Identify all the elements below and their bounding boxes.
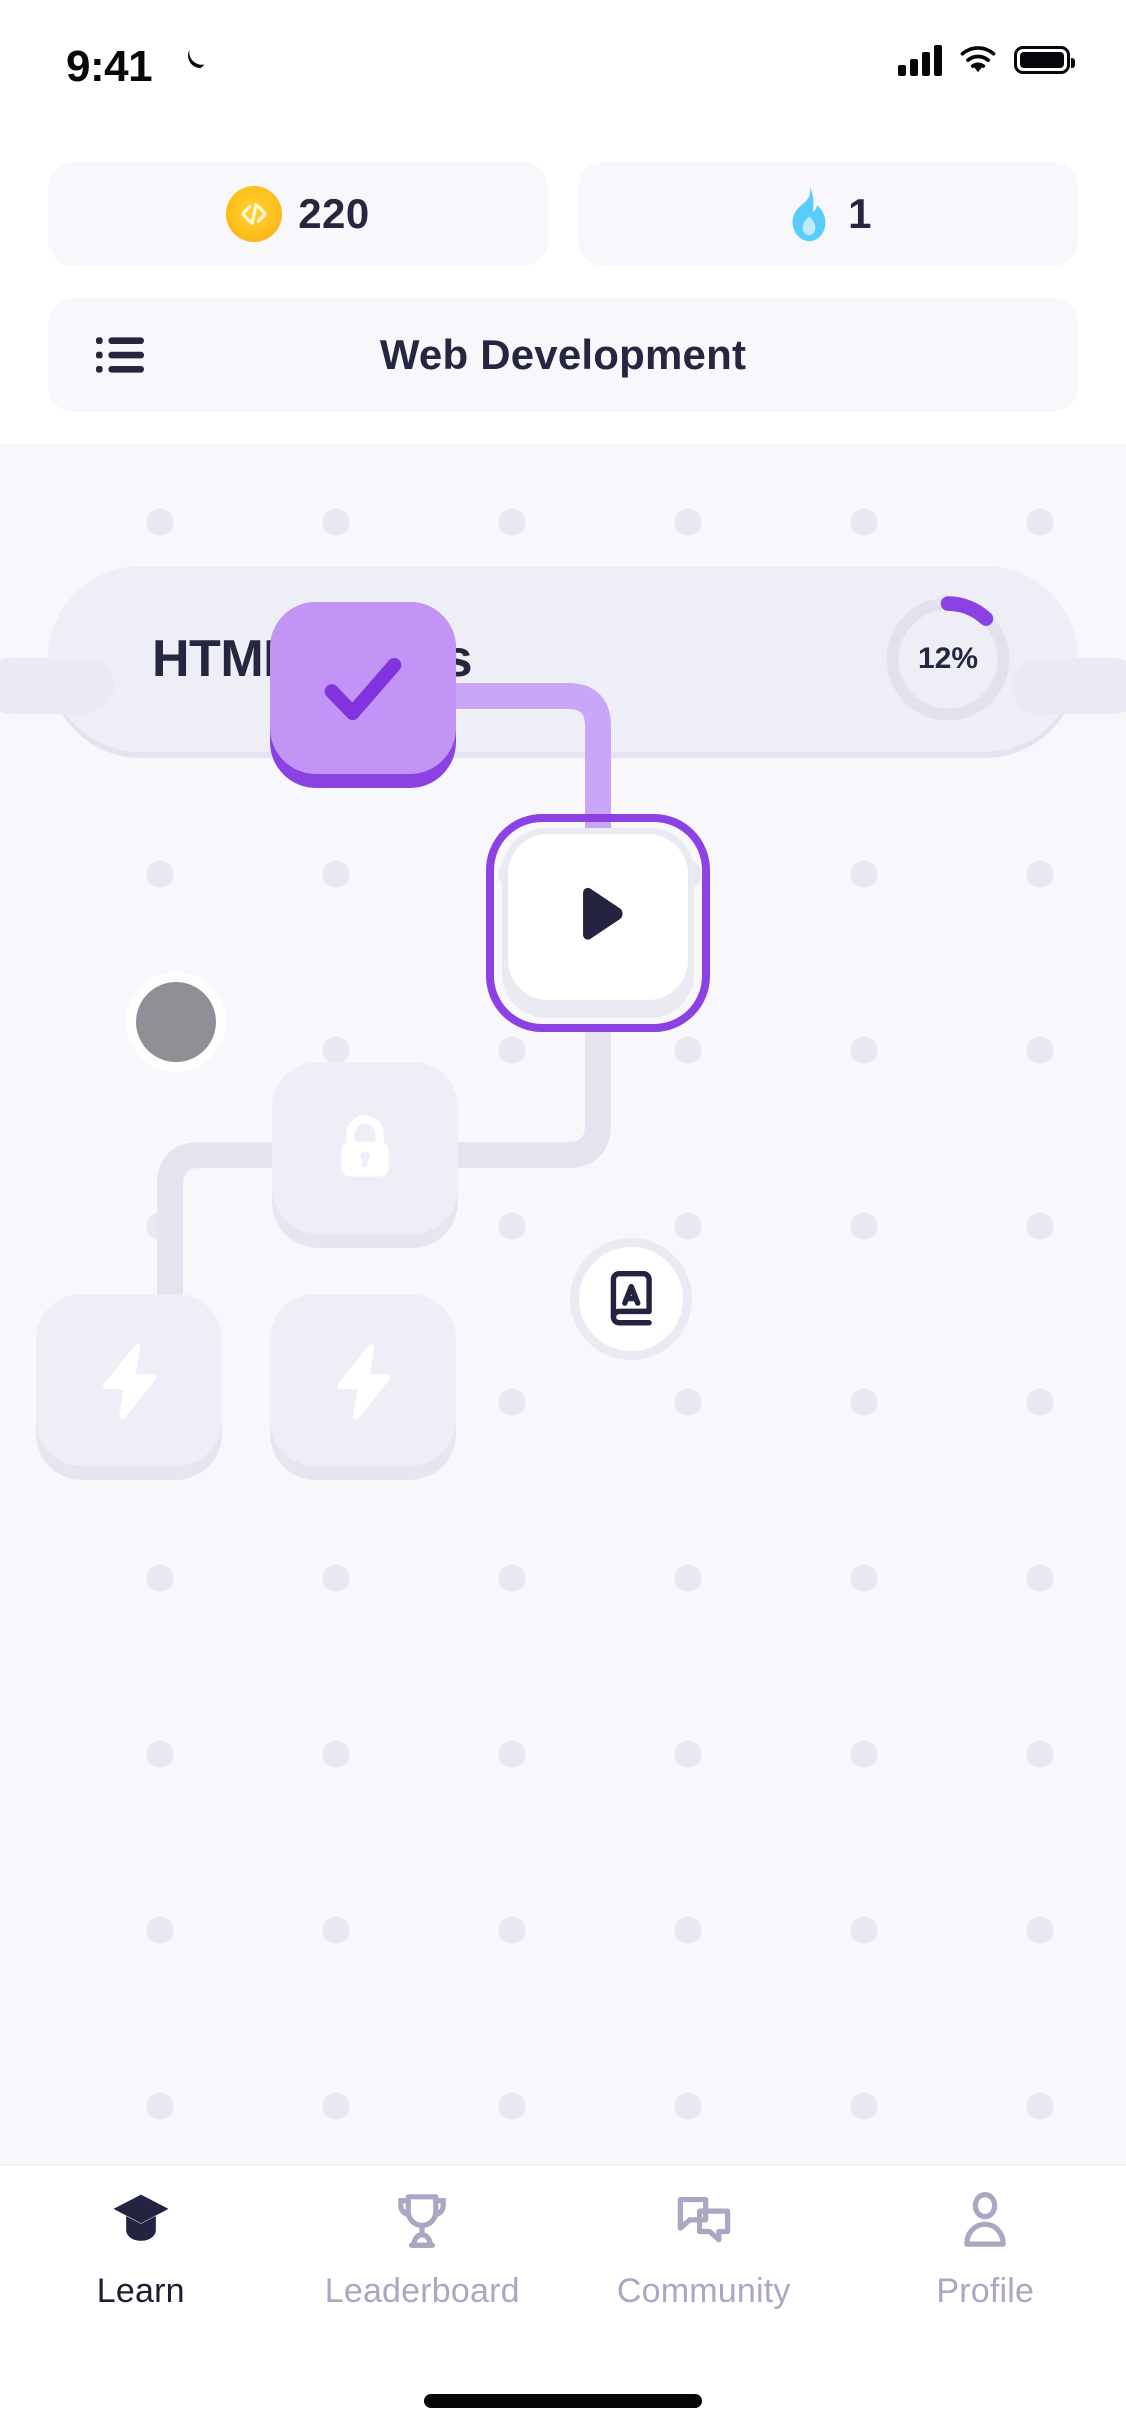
- graduation-cap-icon: [113, 2194, 169, 2241]
- lesson-node-locked-1-face: [272, 1062, 458, 1234]
- lesson-node-current-outline: [486, 814, 710, 1032]
- lesson-node-locked-3-face: [270, 1294, 456, 1466]
- unit-banner-stub-left: [0, 658, 114, 714]
- cellular-signal-icon: [898, 44, 942, 76]
- coins-chip[interactable]: 220: [48, 162, 548, 266]
- nav-item-leaderboard[interactable]: Leaderboard: [282, 2188, 564, 2346]
- code-coin-icon: [226, 186, 283, 242]
- flame-icon: [792, 186, 826, 242]
- lesson-node-locked-3[interactable]: [270, 1294, 456, 1480]
- lightning-bolt-icon: [336, 1344, 391, 1420]
- nav-item-community-label: Community: [616, 2272, 791, 2310]
- lesson-node-current[interactable]: [486, 814, 710, 1032]
- lightning-bolt-icon: [102, 1344, 157, 1420]
- book-a-icon: [610, 1270, 652, 1326]
- home-indicator: [424, 2394, 702, 2408]
- nav-item-profile-label: Profile: [936, 2272, 1035, 2310]
- glossary-button[interactable]: [570, 1238, 692, 1360]
- trophy-icon: [398, 2194, 447, 2248]
- status-bar-time: 9:41: [66, 42, 153, 91]
- lesson-node-locked-1[interactable]: [272, 1062, 458, 1248]
- app-screen: 9:41 220 1 Web Development HTML 12% Lear…: [0, 0, 1126, 2436]
- unit-banner-stub-right: [1012, 658, 1126, 714]
- lesson-node-locked-2[interactable]: [36, 1294, 222, 1480]
- check-icon: [324, 658, 402, 721]
- coins-value: 220: [298, 190, 370, 237]
- unit-banner[interactable]: HTML Basics 12%: [0, 566, 1126, 752]
- stats-chips: 220 1: [48, 162, 1078, 266]
- nav-item-learn[interactable]: Learn: [0, 2188, 282, 2346]
- course-title: Web Development: [379, 331, 747, 378]
- nav-item-learn-label: Learn: [96, 2272, 185, 2310]
- top-bar: 220 1 Web Development: [0, 130, 1126, 444]
- course-bar[interactable]: Web Development: [48, 298, 1078, 412]
- chat-bubbles-icon: [677, 2196, 731, 2243]
- wifi-icon: [960, 46, 996, 73]
- person-icon: [964, 2191, 1007, 2247]
- lesson-node-locked-2-face: [36, 1294, 222, 1466]
- lock-icon: [341, 1115, 389, 1177]
- learning-path-map[interactable]: HTML Basics 12%: [0, 444, 1126, 2164]
- lesson-node-completed-face: [270, 602, 456, 774]
- streak-chip[interactable]: 1: [578, 162, 1078, 266]
- nav-item-leaderboard-label: Leaderboard: [324, 2272, 520, 2310]
- battery-full-icon: [1014, 46, 1075, 74]
- status-bar: 9:41: [0, 0, 1126, 130]
- nav-item-community[interactable]: Community: [563, 2188, 845, 2346]
- streak-value: 1: [848, 190, 872, 237]
- lesson-node-completed[interactable]: [270, 602, 456, 788]
- list-menu-icon[interactable]: [96, 335, 144, 375]
- unit-progress-label: 12%: [917, 642, 979, 675]
- crescent-moon-icon: [188, 49, 205, 69]
- nav-item-profile[interactable]: Profile: [845, 2188, 1126, 2346]
- user-position-dot: [136, 982, 216, 1062]
- bottom-navigation: Learn Leaderboard Community Profile: [0, 2164, 1126, 2436]
- status-bar-indicators: [898, 44, 1075, 76]
